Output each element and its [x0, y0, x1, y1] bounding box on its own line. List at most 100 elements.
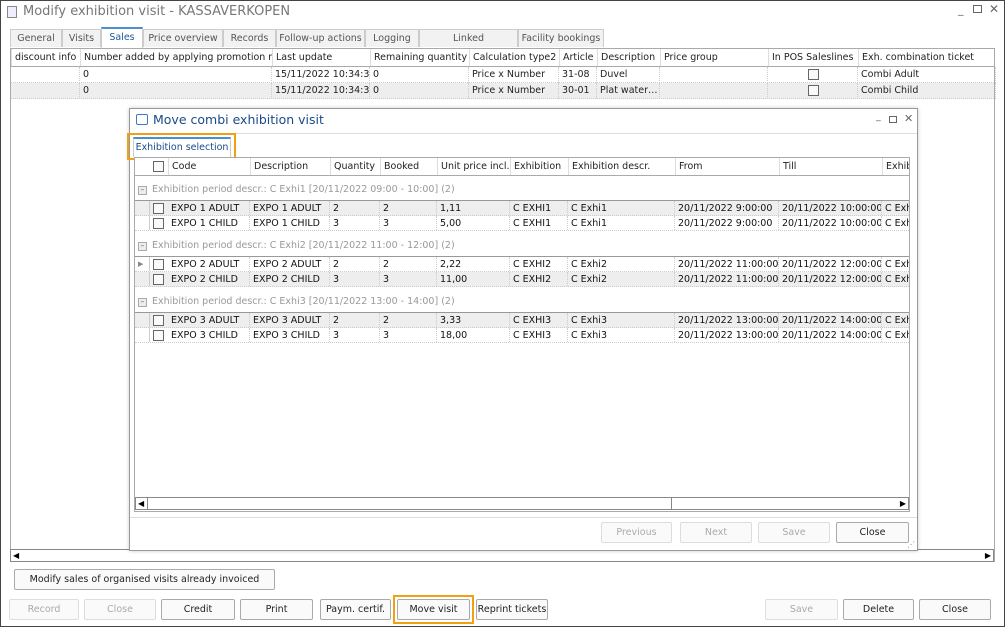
column-header[interactable]: Exhib: [882, 158, 909, 175]
table-row[interactable]: 0 15/11/2022 10:34:30 0 Price x Number 30-01…: [11, 83, 996, 99]
table-cell: EXPO 3 ADULT: [250, 313, 330, 327]
in-pos-checkbox[interactable]: [808, 85, 819, 96]
close-icon[interactable]: ✕: [989, 2, 999, 16]
dialog-horizontal-scrollbar[interactable]: ◀ ▶: [135, 497, 909, 510]
column-header[interactable]: From: [675, 158, 779, 175]
close-icon[interactable]: ✕: [904, 112, 913, 125]
select-all-checkbox[interactable]: [153, 161, 164, 172]
table-cell: 3: [330, 328, 380, 342]
table-row[interactable]: EXPO 1 ADULT EXPO 1 ADULT 2 2 1,11 C EXHI1 C E…: [135, 201, 909, 216]
tab-general[interactable]: General: [10, 29, 62, 47]
table-cell: Plat water…: [597, 83, 660, 99]
column-header[interactable]: Last update: [272, 49, 370, 66]
table-row[interactable]: 0 15/11/2022 10:34:30 0 Price x Number 31-08…: [11, 67, 996, 83]
table-cell: EXPO 2 CHILD: [250, 272, 330, 286]
dialog-previous-button[interactable]: Previous: [601, 522, 672, 543]
tab-records[interactable]: Records: [223, 29, 276, 47]
tab-linked-memberships[interactable]: Linked memberships: [419, 29, 518, 61]
table-cell: 11,00: [437, 272, 510, 286]
window-icon: [136, 114, 148, 125]
table-cell: [768, 83, 858, 99]
table-cell: 2: [330, 201, 380, 215]
delete-button[interactable]: Delete: [843, 599, 914, 620]
tab-visits[interactable]: Visits: [62, 29, 101, 47]
column-header[interactable]: Unit price incl.: [437, 158, 510, 175]
tab-logging[interactable]: Logging: [365, 29, 419, 47]
table-cell: Duvel: [597, 67, 660, 83]
table-cell: 20/11/2022 11:00:00: [675, 272, 779, 286]
table-cell: [11, 83, 80, 99]
row-checkbox[interactable]: [153, 203, 164, 214]
dialog-title: Move combi exhibition visit: [153, 112, 324, 127]
minimize-icon[interactable]: _: [876, 111, 881, 122]
resize-grip-icon[interactable]: ⋰: [907, 540, 915, 549]
table-cell: 20/11/2022 10:00:00: [779, 216, 882, 230]
tab-follow-up-actions[interactable]: Follow-up actions: [276, 29, 365, 47]
column-header[interactable]: Till: [779, 158, 882, 175]
column-header[interactable]: discount info: [11, 49, 80, 66]
column-header[interactable]: Calculation type2: [469, 49, 559, 66]
table-cell: C Exhi3: [568, 313, 675, 327]
reprint-tickets-button[interactable]: Reprint tickets: [476, 599, 548, 620]
group-row[interactable]: – Exhibition period descr.: C Exhi3 [20/1…: [135, 294, 909, 310]
modify-sales-invoiced-button[interactable]: Modify sales of organised visits already…: [14, 569, 275, 590]
table-row[interactable]: EXPO 3 ADULT EXPO 3 ADULT 2 2 3,33 C EXHI3 C E…: [135, 313, 909, 328]
table-row[interactable]: EXPO 1 CHILD EXPO 1 CHILD 3 3 5,00 C EXHI1 C E…: [135, 216, 909, 231]
table-row[interactable]: EXPO 2 CHILD EXPO 2 CHILD 3 3 11,00 C EXHI2 C …: [135, 272, 909, 287]
column-header[interactable]: Exhibition descr.: [568, 158, 675, 175]
minimize-icon[interactable]: _: [958, 3, 964, 16]
column-header[interactable]: Description: [597, 49, 660, 66]
column-header[interactable]: Number added by applying promotion rules: [80, 49, 272, 66]
close-button[interactable]: Close: [84, 599, 156, 620]
scroll-left-icon[interactable]: ◀: [13, 551, 19, 561]
table-row[interactable]: EXPO 3 CHILD EXPO 3 CHILD 3 3 18,00 C EXHI3 C …: [135, 328, 909, 343]
row-checkbox[interactable]: [153, 218, 164, 229]
table-row[interactable]: ▶ EXPO 2 ADULT EXPO 2 ADULT 2 2 2,22 C EXHI2 C …: [135, 257, 909, 272]
print-button[interactable]: Print: [240, 599, 313, 620]
close-button[interactable]: Close: [919, 599, 991, 620]
column-header[interactable]: Code: [168, 158, 250, 175]
row-checkbox[interactable]: [153, 259, 164, 270]
scroll-right-icon[interactable]: ▶: [985, 551, 991, 561]
table-cell: EXPO 1 CHILD: [250, 216, 330, 230]
column-header[interactable]: Description: [250, 158, 330, 175]
collapse-icon[interactable]: –: [138, 186, 147, 195]
maximize-icon[interactable]: [973, 5, 982, 13]
collapse-icon[interactable]: –: [138, 298, 147, 307]
row-checkbox[interactable]: [153, 330, 164, 341]
scroll-thumb[interactable]: [147, 497, 672, 510]
dialog-next-button[interactable]: Next: [680, 522, 752, 543]
column-header[interactable]: Quantity: [330, 158, 380, 175]
table-cell: EXPO 2 CHILD: [168, 272, 250, 286]
maximize-icon[interactable]: [889, 116, 897, 123]
tab-sales[interactable]: Sales: [101, 27, 143, 48]
in-pos-checkbox[interactable]: [808, 69, 819, 80]
scroll-right-icon[interactable]: ▶: [900, 499, 906, 509]
save-button[interactable]: Save: [765, 599, 838, 620]
table-cell: C Exh: [882, 313, 909, 327]
table-cell: EXPO 2 ADULT: [250, 257, 330, 271]
scroll-left-icon[interactable]: ◀: [138, 499, 144, 509]
column-header[interactable]: In POS Saleslines: [768, 49, 858, 66]
row-checkbox[interactable]: [153, 315, 164, 326]
row-checkbox[interactable]: [153, 274, 164, 285]
column-header[interactable]: Remaining quantity: [370, 49, 469, 66]
record-button[interactable]: Record: [9, 599, 79, 620]
dialog-save-button[interactable]: Save: [758, 522, 830, 543]
credit-button[interactable]: Credit: [161, 599, 235, 620]
tab-price-overview[interactable]: Price overview: [143, 29, 223, 47]
table-cell: C Exhi2: [568, 272, 675, 286]
tab-facility-bookings[interactable]: Facility bookings: [518, 29, 604, 47]
column-header[interactable]: Article: [559, 49, 597, 66]
column-header[interactable]: Price group: [660, 49, 768, 66]
collapse-icon[interactable]: –: [138, 242, 147, 251]
column-header[interactable]: Exh. combination ticket: [858, 49, 996, 66]
column-header[interactable]: Booked: [380, 158, 437, 175]
paym-certif-button[interactable]: Paym. certif.: [320, 599, 391, 620]
group-row[interactable]: – Exhibition period descr.: C Exhi2 [20/1…: [135, 238, 909, 254]
group-row[interactable]: – Exhibition period descr.: C Exhi1 [20/1…: [135, 182, 909, 198]
column-header[interactable]: Exhibition: [510, 158, 568, 175]
dialog-close-button[interactable]: Close: [836, 522, 909, 543]
table-cell: 20/11/2022 14:00:00: [779, 328, 882, 342]
table-cell: [11, 67, 80, 83]
